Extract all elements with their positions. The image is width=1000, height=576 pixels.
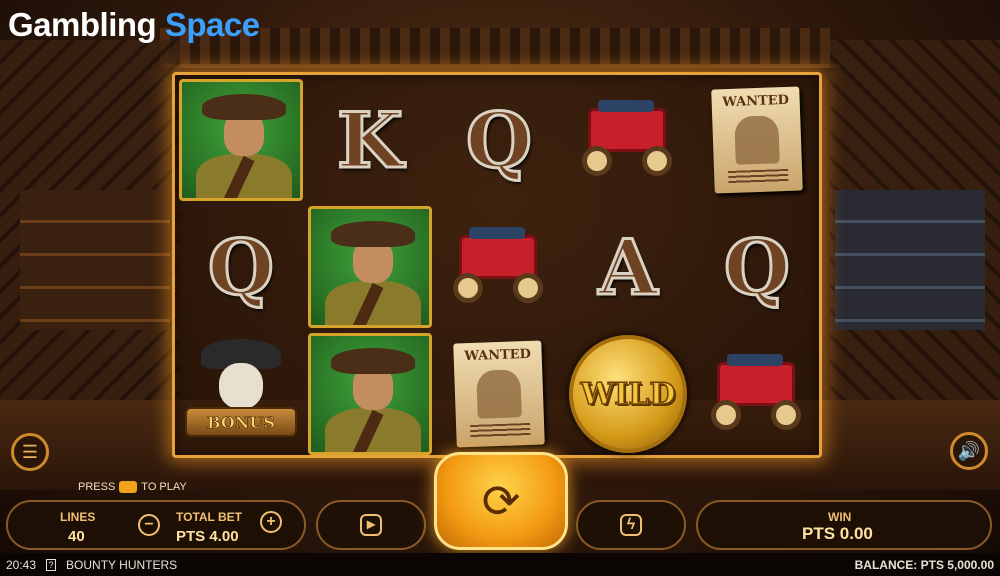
reel-cell	[306, 331, 434, 457]
symbol-wanted-poster: WANTED	[711, 86, 803, 194]
press-to-play-hint: PRESS TO PLAY	[78, 481, 187, 493]
spin-button[interactable]: ⟳	[434, 452, 568, 550]
symbol-wild-coin: WILD	[569, 335, 687, 453]
lightning-icon: ϟ	[620, 514, 642, 536]
reel-cell	[435, 204, 563, 330]
reel-cell	[306, 204, 434, 330]
autoplay-icon: ▸	[360, 514, 382, 536]
symbol-letter: Q	[722, 221, 791, 313]
wanted-title: WANTED	[722, 92, 790, 111]
autoplay-button[interactable]: ▸	[316, 500, 426, 550]
reel-cell	[177, 77, 305, 203]
reel-cell: WANTED	[435, 331, 563, 457]
game-stage: Gambling Space Q BONUS K Q WANTED A WILD WANTED…	[0, 0, 1000, 576]
status-footer: 20:43 ? BOUNTY HUNTERS BALANCE: PTS 5,00…	[0, 553, 1000, 576]
bet-panel: LINES 40 − TOTAL BET PTS 4.00 +	[6, 500, 306, 550]
saloon-balcony	[160, 28, 840, 68]
symbol-bounty-hunter	[308, 333, 432, 455]
symbol-stagecoach	[447, 225, 551, 309]
wanted-title: WANTED	[464, 346, 532, 365]
reel-cell: Q	[177, 204, 305, 330]
symbol-stagecoach	[705, 352, 809, 436]
symbol-bonus-skull: BONUS	[179, 339, 303, 449]
press-prefix: PRESS	[78, 481, 116, 493]
symbol-stagecoach	[576, 98, 680, 182]
reel-cell: WILD	[564, 331, 692, 457]
symbol-letter: A	[597, 221, 659, 313]
logo-word-space: Space	[164, 6, 260, 43]
bottle-shelf-right	[835, 190, 985, 330]
symbol-letter: K	[335, 94, 404, 186]
reel-cell	[564, 77, 692, 203]
press-suffix: TO PLAY	[141, 481, 187, 493]
symbol-wanted-poster: WANTED	[453, 340, 545, 448]
symbol-bounty-hunter	[179, 79, 303, 201]
game-name: BOUNTY HUNTERS	[66, 557, 178, 572]
reel-grid: Q BONUS K Q WANTED A WILD WANTED Q	[172, 72, 822, 458]
balance-text: BALANCE: PTS 5,000.00	[854, 557, 994, 572]
bonus-label: BONUS	[207, 412, 275, 432]
symbol-letter: Q	[206, 221, 275, 313]
help-button[interactable]: ?	[46, 558, 57, 571]
logo-word-gambling: Gambling	[8, 6, 157, 43]
bottle-shelf-left	[20, 190, 170, 330]
menu-icon: ☰	[21, 441, 39, 462]
menu-button[interactable]: ☰	[11, 433, 49, 471]
reel-cell: WANTED	[693, 77, 821, 203]
symbol-bounty-hunter	[308, 206, 432, 328]
lines-label: LINES	[60, 510, 96, 524]
total-bet-value: PTS 4.00	[176, 528, 239, 545]
reel-cell: BONUS	[177, 331, 305, 457]
bet-increase-button[interactable]: +	[260, 511, 282, 533]
reel-cell: A	[564, 204, 692, 330]
reel-cell: K	[306, 77, 434, 203]
sound-button[interactable]: 🔊	[950, 432, 988, 470]
speaker-icon: 🔊	[957, 440, 981, 461]
clock-time: 20:43	[6, 557, 37, 572]
reel-cell: Q	[693, 204, 821, 330]
bet-decrease-button[interactable]: −	[138, 514, 160, 536]
win-panel: WIN PTS 0.00	[696, 500, 992, 550]
win-value: PTS 0.00	[802, 524, 873, 543]
symbol-letter: Q	[464, 94, 533, 186]
turbo-button[interactable]: ϟ	[576, 500, 686, 550]
lines-value: 40	[68, 528, 85, 545]
gambling-space-logo: Gambling Space	[8, 6, 260, 44]
spin-arrows-icon: ⟳	[481, 475, 521, 527]
win-label: WIN	[828, 510, 852, 524]
reel-cell: Q	[435, 77, 563, 203]
wild-label: WILD	[580, 376, 676, 413]
reel-cell	[693, 331, 821, 457]
total-bet-label: TOTAL BET	[176, 510, 242, 524]
keyboard-key-icon	[119, 481, 138, 493]
